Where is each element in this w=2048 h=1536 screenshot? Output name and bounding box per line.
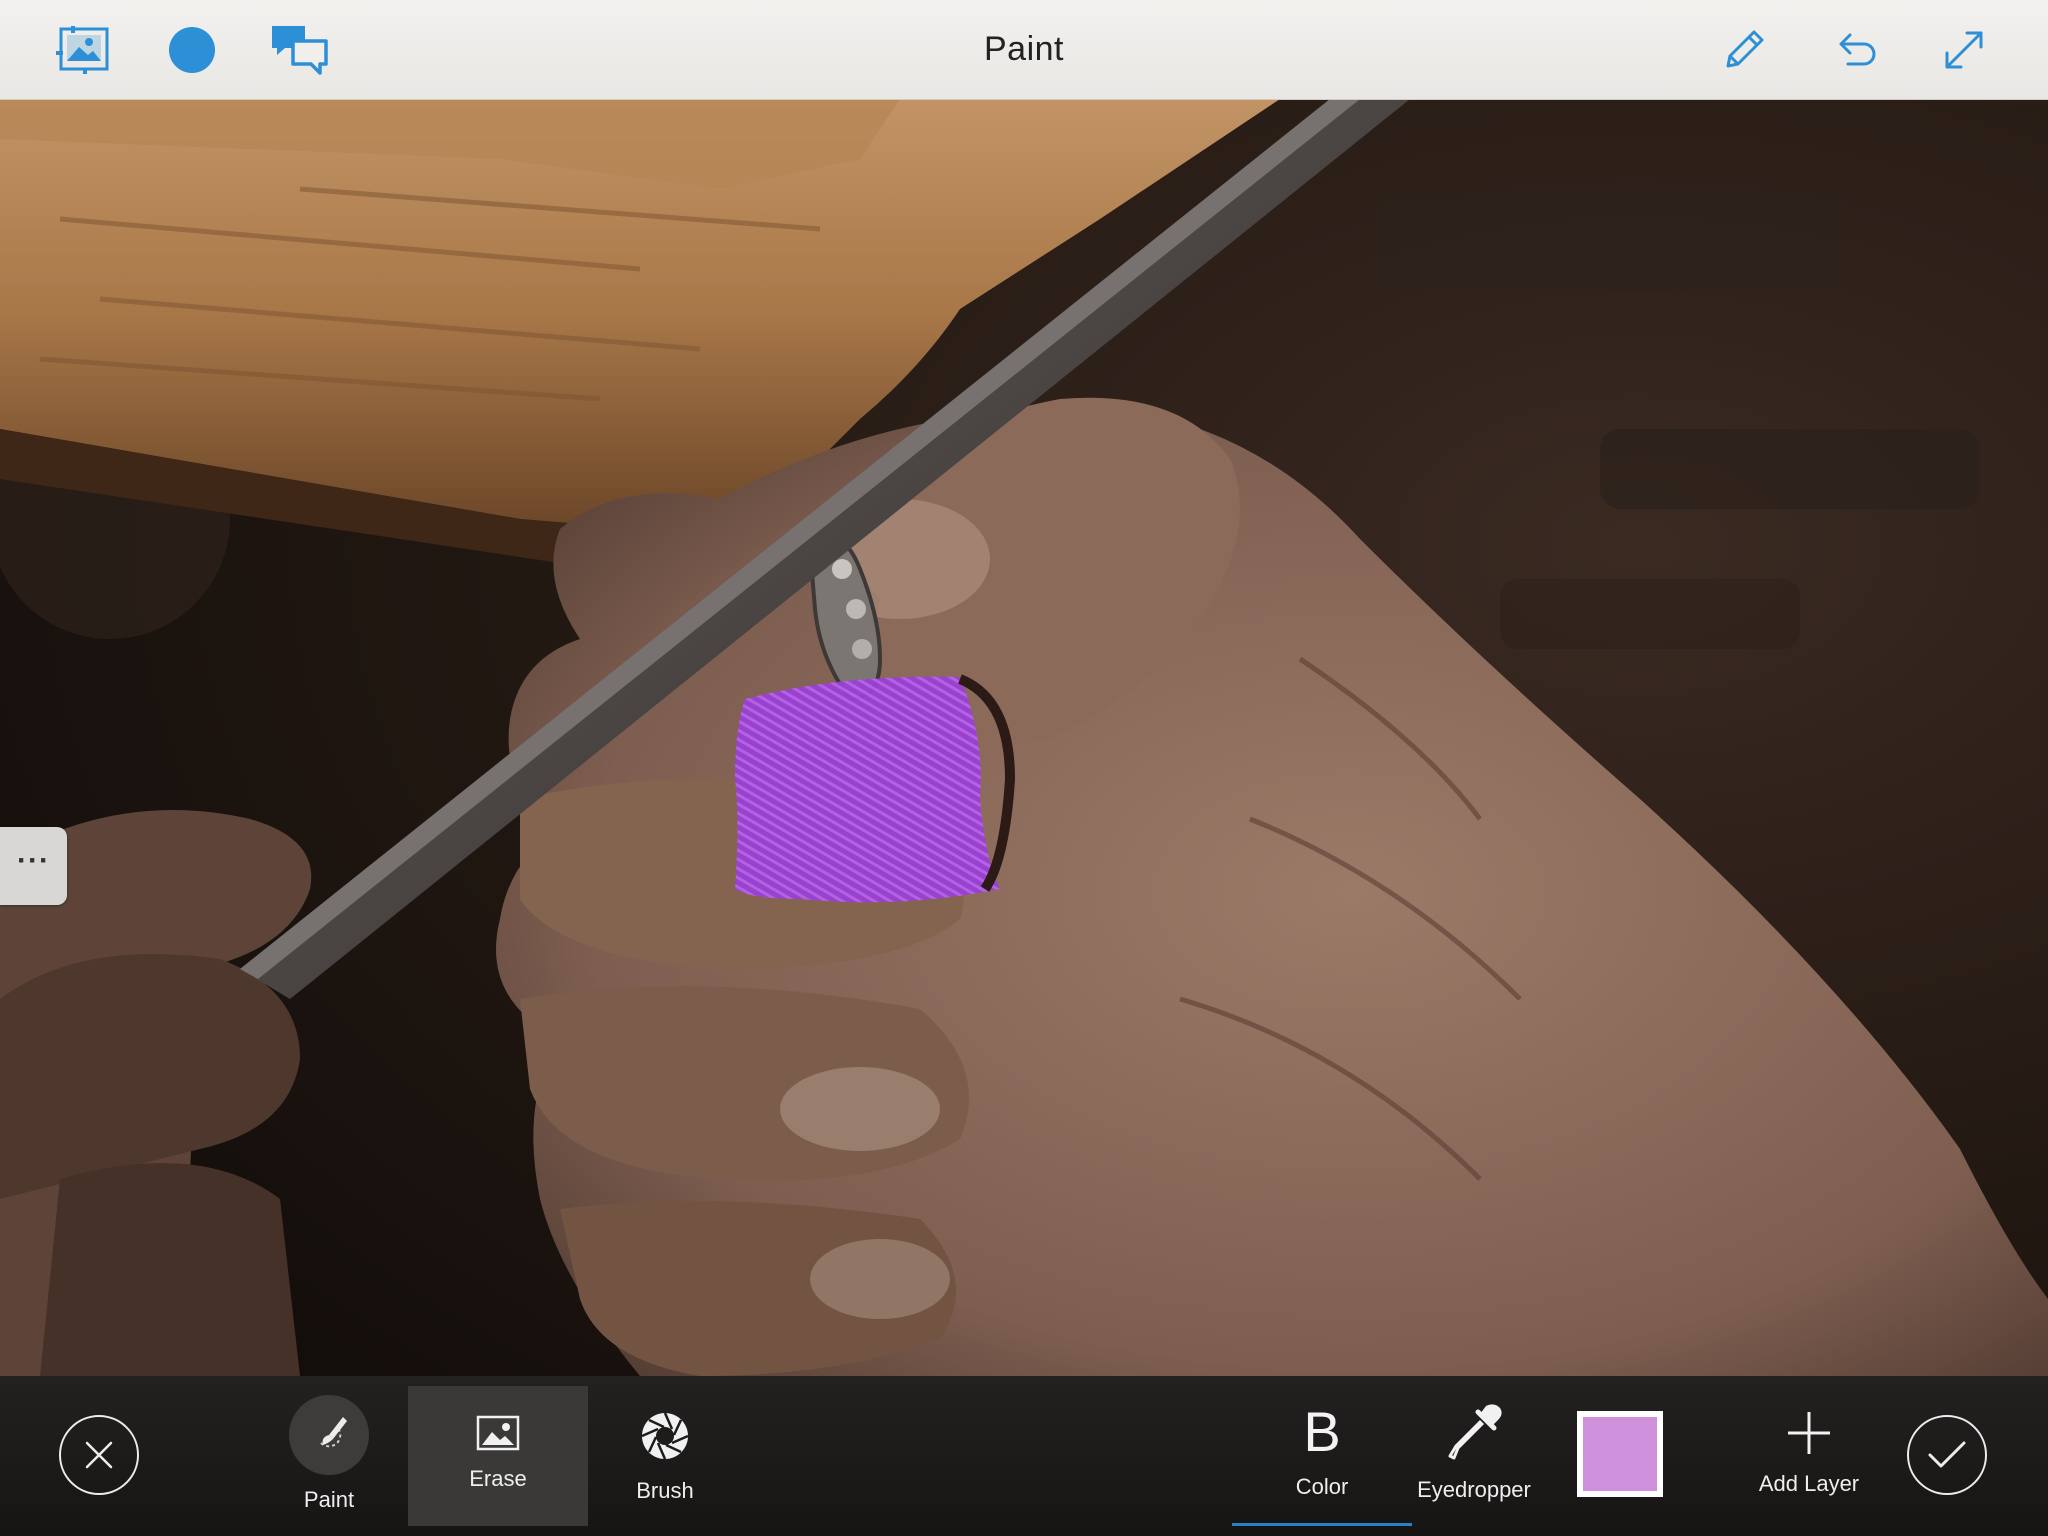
expand-icon bbox=[1945, 31, 1983, 69]
brush-tool-button[interactable]: Brush bbox=[615, 1376, 715, 1536]
paint-app: Paint ··· Paint Erase Brush B Color Eyed… bbox=[0, 0, 2048, 1536]
eyedropper-icon bbox=[1448, 1404, 1502, 1460]
paint-tool-circle bbox=[289, 1395, 369, 1475]
current-color-fill bbox=[1583, 1417, 1657, 1491]
pencil-icon bbox=[1726, 30, 1764, 68]
bottom-toolbar: Paint Erase Brush B Color Eyedropper Add… bbox=[0, 1376, 2048, 1536]
color-b-glyph: B bbox=[1303, 1400, 1341, 1463]
paint-tool-button[interactable]: Paint bbox=[279, 1376, 379, 1536]
eyedropper-icon-wrap bbox=[1442, 1400, 1506, 1469]
erase-tool-button[interactable]: Erase bbox=[408, 1376, 588, 1536]
image-erase-icon bbox=[476, 1415, 520, 1451]
add-layer-button[interactable]: Add Layer bbox=[1739, 1376, 1879, 1536]
confirm-button[interactable] bbox=[1907, 1415, 1987, 1495]
top-bar: Paint bbox=[0, 0, 2048, 100]
plus-icon bbox=[1788, 1412, 1830, 1454]
undo-icon bbox=[1839, 33, 1876, 66]
circle-icon bbox=[169, 27, 215, 73]
pencil-button[interactable] bbox=[1713, 19, 1775, 81]
erase-tool-label: Erase bbox=[469, 1466, 527, 1491]
color-option-button[interactable]: B Color bbox=[1232, 1376, 1412, 1536]
erase-icon-wrap bbox=[476, 1415, 520, 1456]
color-option-label: Color bbox=[1295, 1474, 1349, 1499]
brush-icon-wrap bbox=[640, 1411, 690, 1466]
color-active-underline bbox=[1232, 1523, 1412, 1526]
eyedropper-button[interactable]: Eyedropper bbox=[1414, 1376, 1534, 1536]
color-circle-button[interactable] bbox=[161, 19, 223, 81]
eyedropper-label: Eyedropper bbox=[1417, 1477, 1531, 1502]
close-icon bbox=[85, 1441, 113, 1469]
paintbrush-icon bbox=[320, 1417, 347, 1448]
photo-canvas bbox=[0, 99, 2048, 1376]
paint-tool-label: Paint bbox=[303, 1487, 355, 1512]
current-color-swatch[interactable] bbox=[1577, 1411, 1663, 1497]
editing-canvas[interactable]: ··· bbox=[0, 99, 2048, 1376]
comments-icon bbox=[272, 26, 328, 75]
undo-button[interactable] bbox=[1826, 19, 1888, 81]
image-layers-icon bbox=[56, 26, 109, 74]
add-layer-label: Add Layer bbox=[1758, 1471, 1860, 1496]
add-layer-icon-wrap bbox=[1786, 1410, 1832, 1461]
side-menu-handle[interactable]: ··· bbox=[0, 827, 67, 905]
aperture-brush-icon bbox=[641, 1412, 689, 1460]
checkmark-icon bbox=[1928, 1441, 1966, 1468]
image-layers-button[interactable] bbox=[52, 19, 114, 81]
brush-tool-label: Brush bbox=[636, 1478, 694, 1503]
expand-button[interactable] bbox=[1933, 19, 1995, 81]
cancel-button[interactable] bbox=[59, 1415, 139, 1495]
comments-button[interactable] bbox=[268, 19, 330, 81]
